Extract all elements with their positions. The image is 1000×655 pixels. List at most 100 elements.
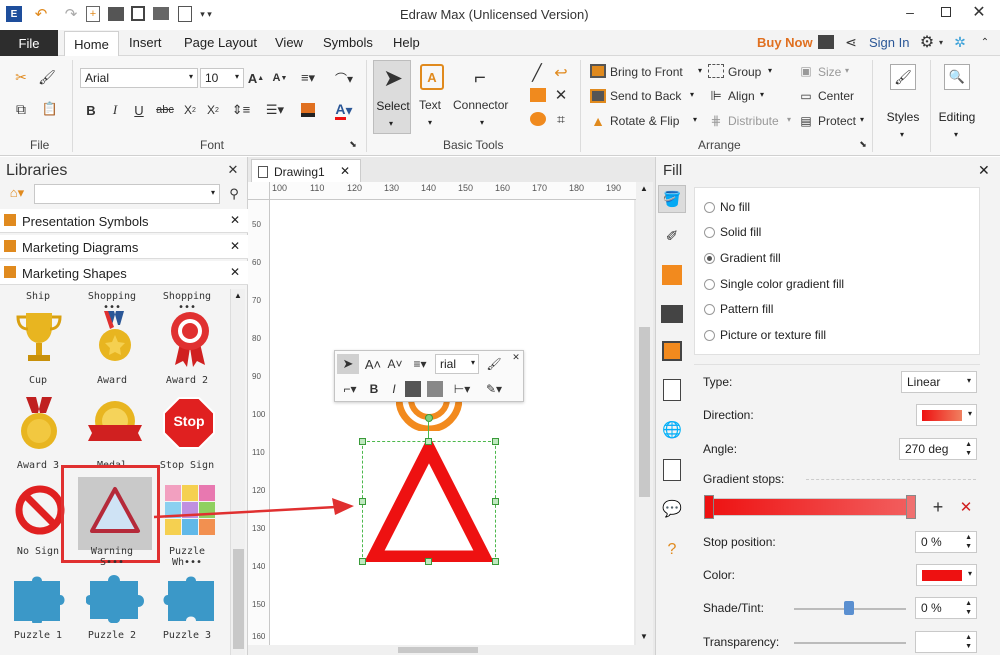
resize-handle[interactable] xyxy=(425,558,432,565)
arrange-dialog-launcher-icon[interactable]: ⬊ xyxy=(858,138,868,150)
gradient-stop-handle-left[interactable] xyxy=(704,495,714,519)
help-icon[interactable]: ? xyxy=(661,539,683,561)
puzzle-1-shape[interactable] xyxy=(12,573,68,626)
resize-handle[interactable] xyxy=(492,498,499,505)
share-icon[interactable]: ⋖ xyxy=(843,34,859,50)
ellipse-tool-icon[interactable] xyxy=(530,112,546,126)
picture-texture-fill-radio[interactable] xyxy=(704,330,715,341)
align-dropdown-icon[interactable]: ▾ xyxy=(760,90,764,99)
bold-icon[interactable]: B xyxy=(84,101,98,119)
bring-front-dropdown-icon[interactable]: ▾ xyxy=(698,66,702,75)
license-icon[interactable] xyxy=(818,35,834,49)
add-stop-icon[interactable]: + xyxy=(930,497,946,517)
protect-button[interactable]: Protect xyxy=(818,114,856,128)
cup-shape[interactable] xyxy=(14,309,64,369)
font-size-select[interactable]: 10 ▾ xyxy=(200,68,244,88)
document-tab[interactable]: Drawing1 ✕ xyxy=(251,159,361,183)
align-text-icon[interactable]: ≡▾ xyxy=(296,68,320,88)
align-button[interactable]: Align xyxy=(728,89,755,103)
tab-home[interactable]: Home xyxy=(64,31,119,56)
mini-italic-icon[interactable]: I xyxy=(387,379,401,399)
library-scrollbar[interactable]: ▲ xyxy=(230,289,245,655)
quick-access-dropdown-icon[interactable]: ▾ ▾ xyxy=(196,6,216,22)
text-tool-icon[interactable]: A xyxy=(420,64,444,90)
cut-icon[interactable]: ✂ xyxy=(12,68,30,86)
canvas-scrollbar-vertical[interactable]: ▲ ▼ xyxy=(636,182,653,645)
send-back-dropdown-icon[interactable]: ▾ xyxy=(690,90,694,99)
resize-handle[interactable] xyxy=(492,438,499,445)
settings-gear-icon[interactable]: ⚙ xyxy=(918,33,936,51)
send-to-back-icon[interactable] xyxy=(590,89,606,103)
gradient-fill-radio[interactable] xyxy=(704,253,715,264)
size-button[interactable]: Size xyxy=(818,65,841,79)
mini-align-shapes-icon[interactable]: ⊢▾ xyxy=(449,379,475,399)
distribute-dropdown-icon[interactable]: ▾ xyxy=(787,115,791,124)
group-icon[interactable] xyxy=(708,64,724,78)
single-color-gradient-radio[interactable] xyxy=(704,279,715,290)
settings-dropdown-icon[interactable]: ▾ xyxy=(937,35,945,49)
mini-send-back-icon[interactable] xyxy=(427,381,443,397)
paste-icon[interactable]: 📋 xyxy=(38,100,62,118)
rotate-flip-dropdown-icon[interactable]: ▾ xyxy=(693,115,697,124)
library-home-icon[interactable]: ⌂▾ xyxy=(4,184,30,202)
warning-triangle-shape[interactable] xyxy=(362,441,496,562)
resize-handle[interactable] xyxy=(359,558,366,565)
maximize-icon[interactable] xyxy=(934,3,958,21)
minimize-icon[interactable]: – xyxy=(898,2,922,22)
tab-page-layout[interactable]: Page Layout xyxy=(184,35,257,50)
transparency-slider[interactable] xyxy=(794,642,906,644)
mini-select-icon[interactable]: ➤ xyxy=(337,354,359,374)
puzzle-2-shape[interactable] xyxy=(85,571,146,624)
section-close-icon[interactable]: ✕ xyxy=(230,239,240,253)
send-to-back-button[interactable]: Send to Back xyxy=(610,89,681,103)
font-dialog-launcher-icon[interactable]: ⬊ xyxy=(348,138,358,150)
no-fill-radio[interactable] xyxy=(704,202,715,213)
protect-icon[interactable]: ▤ xyxy=(798,113,814,129)
mini-font-select[interactable]: rial ▾ xyxy=(435,354,479,374)
file-menu-button[interactable]: File xyxy=(0,30,58,56)
redo-icon[interactable]: ↷ xyxy=(62,4,80,24)
resize-handle[interactable] xyxy=(359,498,366,505)
hyperlink-globe-icon[interactable]: 🌐 xyxy=(661,419,683,441)
canvas-scroll-thumb[interactable] xyxy=(639,327,650,497)
rotate-flip-icon[interactable]: ▲ xyxy=(590,113,606,129)
award-3-shape[interactable] xyxy=(14,395,64,455)
library-section-presentation-symbols[interactable]: Presentation Symbols ✕ xyxy=(0,209,248,233)
rectangle-tool-icon[interactable] xyxy=(530,88,546,102)
mini-bring-front-icon[interactable] xyxy=(405,381,421,397)
attachment-icon[interactable] xyxy=(663,459,681,481)
canvas-scroll-up-icon[interactable]: ▲ xyxy=(640,184,648,193)
pattern-fill-radio[interactable] xyxy=(704,304,715,315)
editing-button[interactable]: 🔍 Editing ▾ xyxy=(934,60,980,140)
arc-tool-icon[interactable]: ↩ xyxy=(552,64,570,82)
tab-view[interactable]: View xyxy=(275,35,303,50)
shade-tint-input[interactable]: 0 % ▲ ▼ xyxy=(915,597,977,619)
close-window-icon[interactable]: ✕ xyxy=(966,2,992,22)
connector-dropdown-icon[interactable]: ▾ xyxy=(480,118,484,127)
font-name-select[interactable]: Arial ▾ xyxy=(80,68,198,88)
gradient-stops-bar[interactable] xyxy=(704,498,916,516)
distribute-button[interactable]: Distribute xyxy=(728,114,779,128)
rotate-flip-button[interactable]: Rotate & Flip xyxy=(610,114,679,128)
align-icon[interactable]: ⊫ xyxy=(708,88,724,103)
size-icon[interactable]: ▣ xyxy=(798,64,814,78)
mini-close-icon[interactable]: ✕ xyxy=(511,352,521,362)
medal-shape[interactable] xyxy=(86,395,144,455)
section-close-icon[interactable]: ✕ xyxy=(230,213,240,227)
grow-font-icon[interactable]: A ▲ xyxy=(248,68,264,88)
crop-tool-icon[interactable]: ⌗ xyxy=(552,110,570,128)
angle-input[interactable]: 270 deg ▲ ▼ xyxy=(899,438,977,460)
shrink-font-icon[interactable]: A ▼ xyxy=(272,68,288,88)
mini-connector-icon[interactable]: ⌐▾ xyxy=(339,379,361,399)
mini-style-icon[interactable]: ✎▾ xyxy=(481,379,507,399)
gradient-type-select[interactable]: Linear ▾ xyxy=(901,371,977,393)
curved-text-icon[interactable]: ⌒▾ xyxy=(330,68,358,88)
select-tool-button[interactable]: ➤ Select ▾ xyxy=(373,60,411,134)
styles-button[interactable]: 🖌 Styles ▾ xyxy=(880,60,926,140)
font-color-icon[interactable]: A ▾ xyxy=(332,100,356,120)
image-icon[interactable] xyxy=(661,305,683,323)
resize-handle[interactable] xyxy=(359,438,366,445)
line-spacing-icon[interactable]: ⇕≡ xyxy=(229,101,253,119)
underline-icon[interactable]: U xyxy=(132,101,146,119)
library-section-marketing-shapes[interactable]: Marketing Shapes ✕ xyxy=(0,261,248,285)
